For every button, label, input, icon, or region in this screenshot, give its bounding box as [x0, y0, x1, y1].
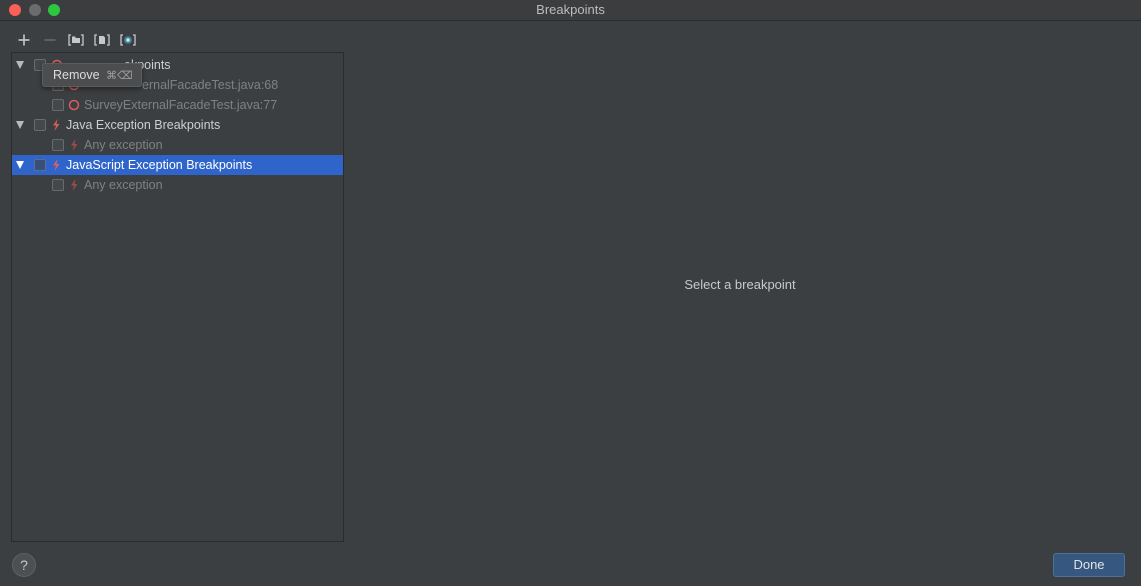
exception-breakpoint-icon [71, 179, 78, 191]
breakpoint-enabled-checkbox[interactable] [52, 179, 64, 191]
expand-arrow-icon[interactable] [16, 61, 24, 69]
breakpoint-enabled-checkbox[interactable] [52, 139, 64, 151]
tree-group-label: Java Exception Breakpoints [66, 118, 221, 132]
group-by-file-icon [94, 34, 110, 46]
tooltip-shortcut: ⌘⌫ [106, 70, 133, 82]
help-button[interactable]: ? [12, 553, 36, 577]
breakpoints-tree[interactable]: akpoints ernalFacadeTest.java:68 SurveyE… [11, 52, 344, 542]
group-enabled-checkbox[interactable] [34, 119, 46, 131]
tree-item-label: Any exception [84, 138, 163, 152]
tree-group-javascript-exception-breakpoints[interactable]: JavaScript Exception Breakpoints [12, 155, 343, 175]
tree-group-label: JavaScript Exception Breakpoints [66, 158, 253, 172]
exception-breakpoint-icon [71, 139, 78, 151]
tree-group-java-exception-breakpoints[interactable]: Java Exception Breakpoints [12, 115, 343, 135]
exception-breakpoint-icon [53, 119, 60, 131]
title-bar: Breakpoints [0, 0, 1141, 21]
tree-item-breakpoint[interactable]: Any exception [12, 135, 343, 155]
add-breakpoint-button[interactable] [15, 31, 33, 49]
tree-item-label: ernalFacadeTest.java:68 [142, 78, 279, 92]
group-by-package-button[interactable] [67, 31, 85, 49]
group-enabled-checkbox[interactable] [34, 159, 46, 171]
breakpoint-enabled-checkbox[interactable] [52, 99, 64, 111]
window-title: Breakpoints [536, 2, 605, 17]
tree-item-label: Any exception [84, 178, 163, 192]
minus-icon [44, 39, 56, 41]
group-by-class-button[interactable] [119, 31, 137, 49]
tooltip-label: Remove [53, 68, 100, 82]
expand-arrow-icon[interactable] [16, 121, 24, 129]
plus-icon [18, 34, 30, 46]
remove-tooltip: Remove ⌘⌫ [42, 63, 142, 87]
tree-item-label: SurveyExternalFacadeTest.java:77 [84, 98, 278, 112]
tree-item-breakpoint[interactable]: Any exception [12, 175, 343, 195]
group-by-package-icon [68, 34, 84, 46]
group-by-class-icon [120, 34, 136, 46]
line-breakpoint-icon [68, 99, 80, 111]
remove-breakpoint-button[interactable] [41, 31, 59, 49]
expand-arrow-icon[interactable] [16, 161, 24, 169]
empty-detail-message: Select a breakpoint [684, 277, 796, 292]
done-button[interactable]: Done [1053, 553, 1125, 577]
tree-item-breakpoint[interactable]: SurveyExternalFacadeTest.java:77 [12, 95, 343, 115]
group-by-file-button[interactable] [93, 31, 111, 49]
exception-breakpoint-icon [53, 159, 60, 171]
